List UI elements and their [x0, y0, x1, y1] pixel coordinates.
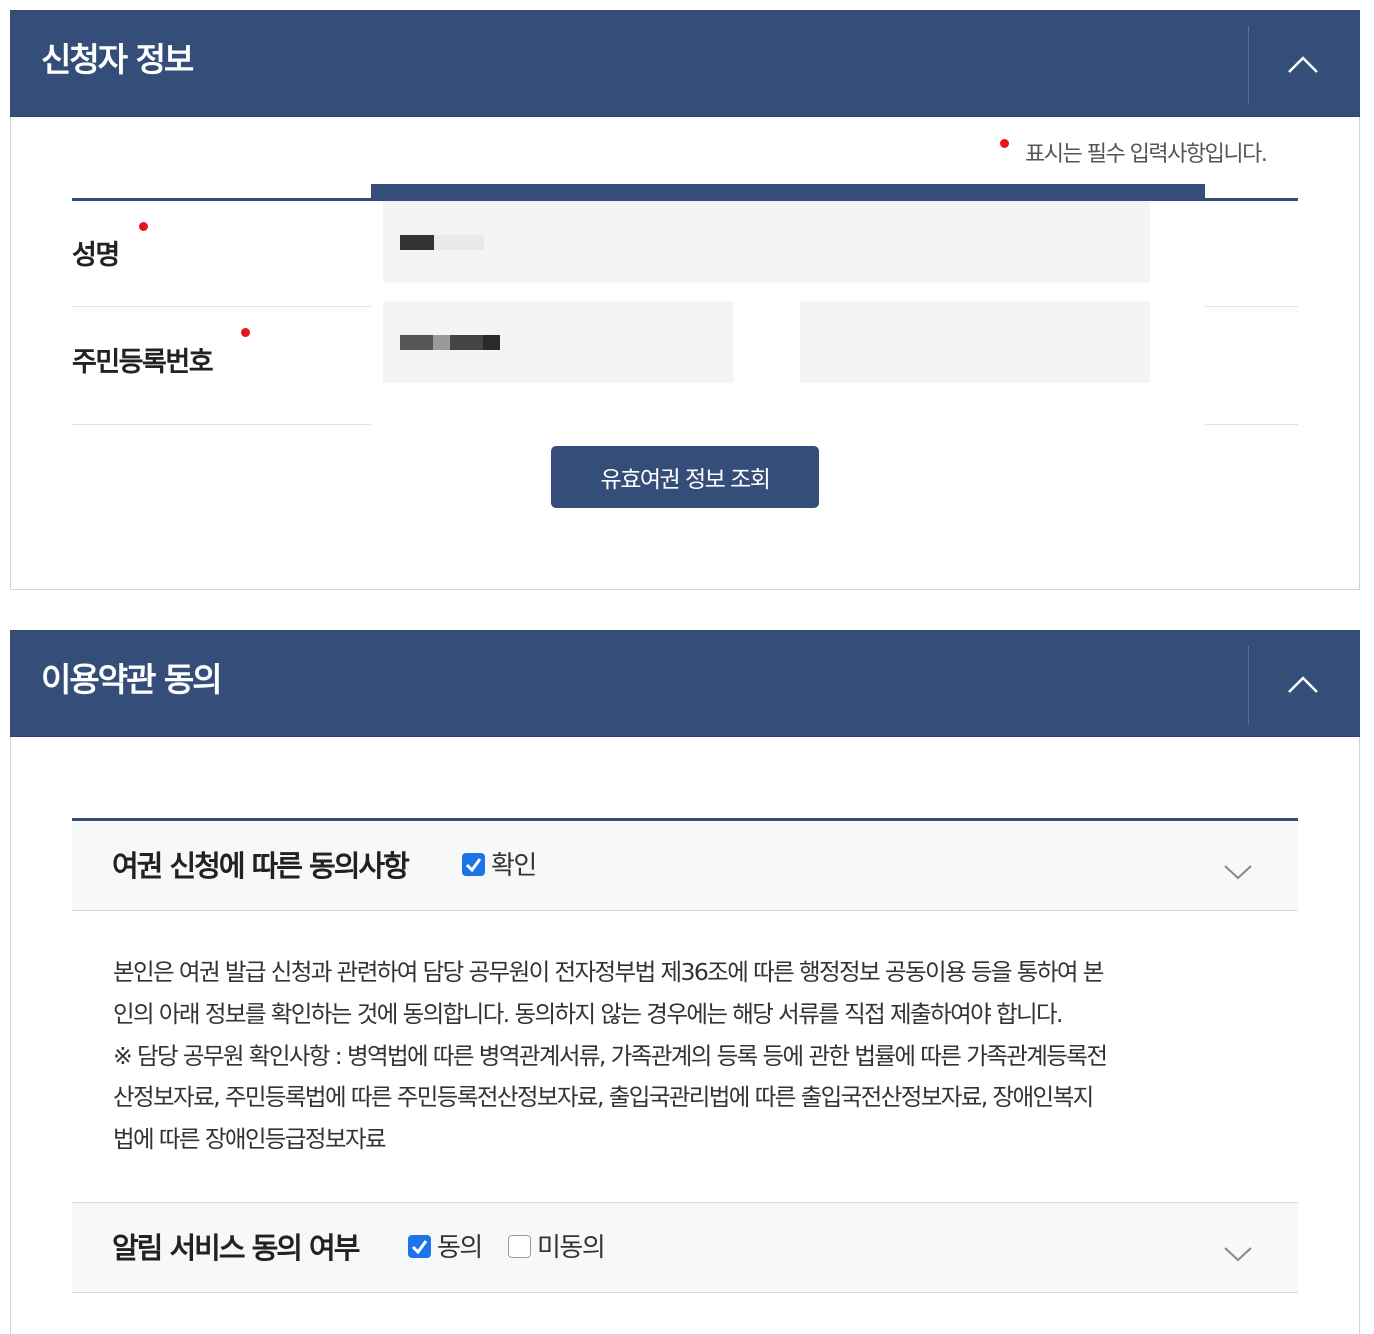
required-note: 표시는 필수 입력사항입니다.: [1025, 142, 1268, 167]
form-highlight-bar: [371, 184, 1205, 201]
terms-section-header: 이용약관 동의: [10, 630, 1360, 737]
row-divider: [72, 306, 371, 307]
consent-text-line: 법에 따른 장애인등급정보자료: [113, 1125, 387, 1154]
consent-text-line: 산정보자료, 주민등록법에 따른 주민등록전산정보자료, 출입국관리법에 따른 …: [113, 1083, 1094, 1112]
passport-consent-header[interactable]: 여권 신청에 따른 동의사항 확인: [72, 821, 1298, 911]
passport-consent-text: 본인은 여권 발급 신청과 관련하여 담당 공무원이 전자정부법 제36조에 따…: [113, 952, 1263, 1161]
passport-consent-expand-button[interactable]: [1218, 857, 1258, 887]
header-divider: [1248, 26, 1249, 104]
chevron-down-icon: [1224, 865, 1252, 880]
row-divider: [1205, 306, 1298, 307]
chevron-down-icon: [1224, 1247, 1252, 1262]
name-field[interactable]: [383, 201, 1150, 283]
masked-name-value: [400, 235, 434, 250]
checkmark-icon: [465, 858, 482, 873]
masked-rrn-value: [400, 335, 433, 350]
notification-consent-title: 알림 서비스 동의 여부: [112, 1231, 360, 1265]
terms-section-title: 이용약관 동의: [41, 660, 223, 699]
applicant-section-collapse-button[interactable]: [1268, 30, 1338, 100]
rrn-back-field[interactable]: [800, 301, 1150, 383]
required-dot-icon: [241, 328, 250, 337]
consent-text-line: ※ 담당 공무원 확인사항 : 병역법에 따른 병역관계서류, 가족관계의 등록…: [113, 1041, 1108, 1070]
rrn-label: 주민등록번호: [72, 347, 214, 378]
applicant-section-header: 신청자 정보: [10, 10, 1360, 117]
notification-agree-checkbox[interactable]: [408, 1235, 431, 1258]
chevron-up-icon: [1288, 56, 1318, 73]
name-label: 성명: [72, 240, 120, 271]
chevron-up-icon: [1288, 676, 1318, 693]
checkmark-icon: [411, 1240, 428, 1255]
notification-consent-expand-button[interactable]: [1218, 1239, 1258, 1269]
row-divider: [72, 424, 371, 425]
masked-name-value: [434, 235, 484, 250]
passport-consent-title: 여권 신청에 따른 동의사항: [112, 849, 410, 883]
passport-consent-confirm-label[interactable]: 확인: [491, 845, 537, 882]
valid-passport-lookup-button[interactable]: 유효여권 정보 조회: [551, 446, 819, 508]
masked-rrn-value: [450, 335, 483, 350]
consent-text-line: 인의 아래 정보를 확인하는 것에 동의합니다. 동의하지 않는 경우에는 해당…: [113, 999, 1064, 1028]
masked-rrn-value: [483, 335, 500, 350]
notification-disagree-checkbox[interactable]: [508, 1235, 531, 1258]
notification-agree-label[interactable]: 동의: [437, 1227, 483, 1264]
header-divider: [1248, 646, 1249, 724]
required-dot-icon: [1000, 139, 1009, 148]
required-dot-icon: [139, 222, 148, 231]
notification-disagree-label[interactable]: 미동의: [537, 1227, 606, 1264]
applicant-section-title: 신청자 정보: [41, 40, 194, 79]
masked-rrn-value: [433, 335, 450, 350]
rrn-front-field[interactable]: [383, 301, 733, 383]
notification-consent-header[interactable]: 알림 서비스 동의 여부 동의 미동의: [72, 1203, 1298, 1293]
row-divider: [1205, 424, 1298, 425]
passport-consent-confirm-checkbox[interactable]: [462, 853, 485, 876]
terms-section-collapse-button[interactable]: [1268, 650, 1338, 720]
consent-text-line: 본인은 여권 발급 신청과 관련하여 담당 공무원이 전자정부법 제36조에 따…: [113, 958, 1104, 986]
